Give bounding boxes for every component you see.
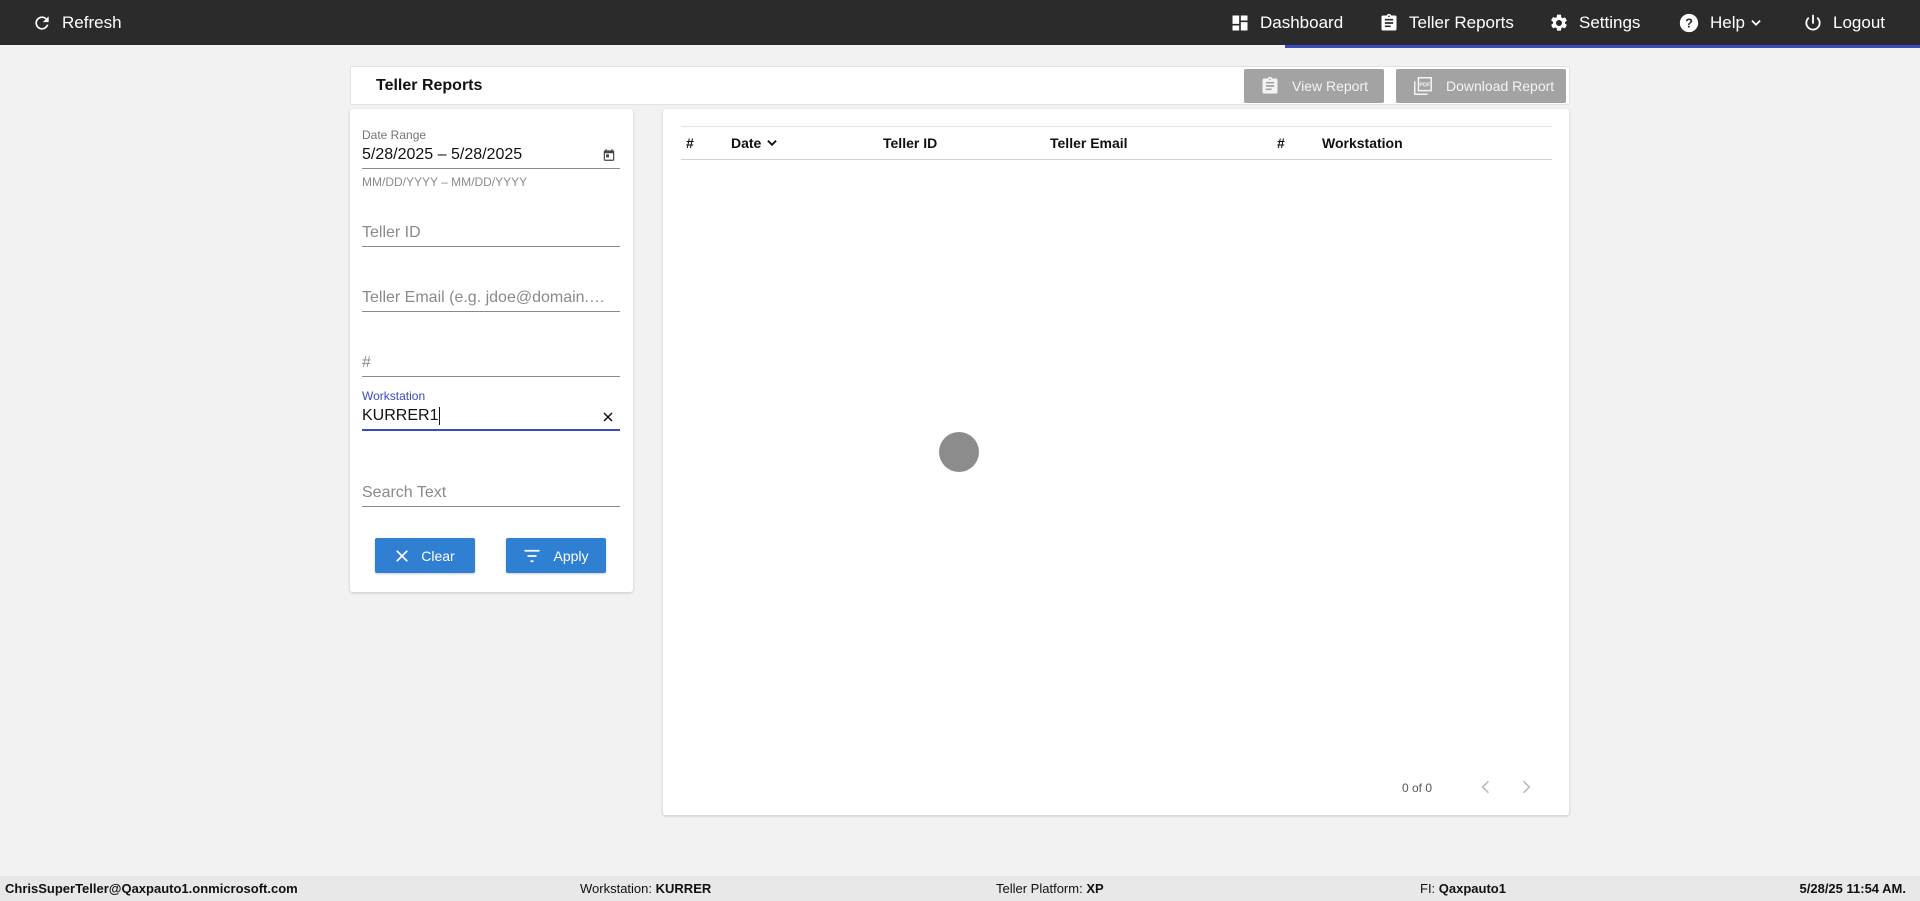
filter-icon [524,549,540,562]
pager-range: 0 of 0 [1402,781,1433,795]
download-report-label: Download Report [1446,78,1555,94]
chevron-left-icon [1481,780,1490,794]
page-title: Teller Reports [376,77,483,94]
teller-email-field[interactable]: Teller Email (e.g. jdoe@domain.com) [362,271,620,312]
chevron-down-icon [767,140,778,147]
active-nav-indicator [1285,45,1920,48]
number-input[interactable]: # [362,354,612,372]
status-user: ChrisSuperTeller@Qaxpauto1.onmicrosoft.c… [5,876,298,901]
svg-text:PDF: PDF [1419,82,1431,88]
status-datetime-value: 5/28/25 11:54 AM. [1799,881,1906,896]
refresh-button[interactable]: Refresh [32,0,122,45]
column-header-date[interactable]: Date [731,127,779,159]
nav-settings-label: Settings [1579,12,1641,32]
dashboard-icon [1232,15,1248,30]
column-header-number[interactable]: # [686,127,694,159]
status-workstation: Workstation: KURRER [580,876,711,901]
page-header: Teller Reports View Report PDF Download … [350,66,1570,105]
nav-dashboard-label: Dashboard [1260,12,1344,32]
status-bar: ChrisSuperTeller@Qaxpauto1.onmicrosoft.c… [0,876,1920,901]
date-range-hint: MM/DD/YYYY – MM/DD/YYYY [362,175,528,189]
workstation-label: Workstation [362,389,426,403]
column-header-teller-id[interactable]: Teller ID [883,127,937,159]
status-workstation-label: Workstation: [580,881,653,896]
status-platform-label: Teller Platform: [996,881,1083,896]
refresh-label: Refresh [62,12,122,32]
table-header: # Date Teller ID Teller Email # Workstat… [681,126,1552,160]
clear-button[interactable]: Clear [375,538,475,573]
clipboard-icon [1381,13,1397,31]
status-fi: FI: Qaxpauto1 [1420,876,1506,901]
nav-dashboard[interactable]: Dashboard [1230,0,1343,45]
download-report-button[interactable]: PDF Download Report [1396,69,1566,103]
search-text-field[interactable]: Search Text [362,466,620,507]
power-icon [1805,14,1821,30]
pdf-icon: PDF [1414,77,1432,95]
loading-spinner [939,432,979,472]
refresh-icon [35,15,49,30]
status-platform: Teller Platform: XP [996,876,1104,901]
status-fi-label: FI: [1420,881,1436,896]
view-report-button[interactable]: View Report [1244,69,1384,103]
column-header-number-2[interactable]: # [1277,127,1285,159]
status-datetime: 5/28/25 11:54 AM. [1800,876,1906,901]
apply-button[interactable]: Apply [506,538,606,573]
close-icon[interactable] [602,411,614,423]
column-header-date-label: Date [731,135,762,151]
clear-label: Clear [421,547,455,564]
logout-label: Logout [1833,12,1885,32]
number-field[interactable]: # [362,336,620,377]
nav-teller-reports[interactable]: Teller Reports [1379,0,1514,45]
teller-id-field[interactable]: Teller ID [362,206,620,247]
gear-icon [1551,14,1567,31]
date-range-label: Date Range [362,128,427,142]
column-header-teller-email[interactable]: Teller Email [1050,127,1128,159]
nav-help[interactable]: ? Help [1678,0,1763,45]
status-fi-value: Qaxpauto1 [1438,881,1506,896]
calendar-icon[interactable] [602,148,616,162]
nav-help-label: Help [1710,12,1745,32]
chevron-down-icon [1751,19,1761,26]
view-report-label: View Report [1292,78,1369,94]
svg-text:?: ? [1685,15,1693,30]
search-text-input[interactable]: Search Text [362,484,612,502]
close-icon [396,549,409,562]
nav-settings[interactable]: Settings [1549,0,1640,45]
nav-teller-reports-label: Teller Reports [1409,12,1514,32]
chevron-right-icon [1522,780,1531,794]
text-cursor [439,407,441,425]
filter-panel: Date Range 5/28/2025 – 5/28/2025 MM/DD/Y… [350,109,633,592]
workstation-field[interactable]: Workstation KURRER1 [362,389,620,431]
column-header-workstation[interactable]: Workstation [1322,127,1403,159]
next-page-button[interactable] [1516,777,1536,802]
teller-id-input[interactable]: Teller ID [362,224,612,242]
apply-label: Apply [553,547,589,564]
results-panel: # Date Teller ID Teller Email # Workstat… [663,109,1569,815]
teller-email-input[interactable]: Teller Email (e.g. jdoe@domain.com) [362,289,612,307]
workstation-input[interactable]: KURRER1 [362,407,438,425]
logout-button[interactable]: Logout [1803,0,1885,45]
top-navigation-bar: Refresh Dashboard Teller Reports Setting… [0,0,1920,45]
help-icon: ? [1679,13,1699,32]
date-range-field[interactable]: Date Range 5/28/2025 – 5/28/2025 MM/DD/Y… [362,128,620,189]
status-workstation-value: KURRER [655,881,712,896]
status-user-email: ChrisSuperTeller@Qaxpauto1.onmicrosoft.c… [5,881,298,896]
previous-page-button[interactable] [1476,777,1496,802]
clipboard-icon [1262,76,1278,94]
status-platform-value: XP [1086,881,1104,896]
date-range-value[interactable]: 5/28/2025 – 5/28/2025 [362,146,522,164]
